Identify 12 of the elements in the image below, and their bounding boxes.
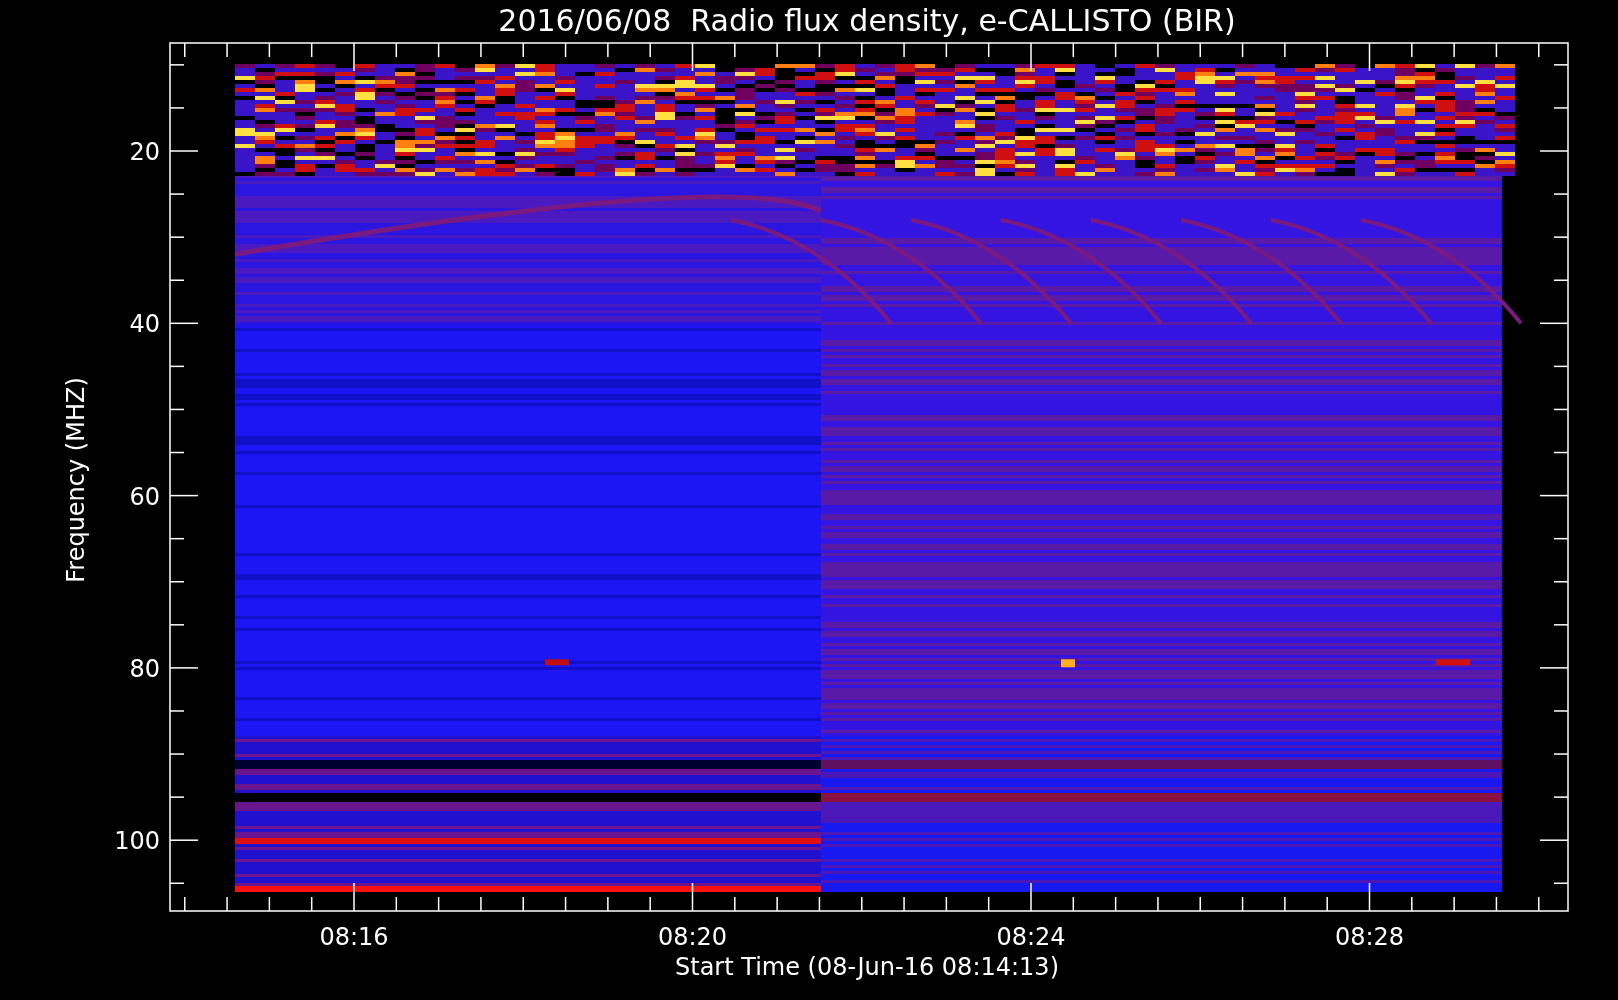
y-tick-label: 60: [129, 482, 160, 511]
y-axis-label: Frequency (MHZ): [62, 377, 90, 583]
x-tick-label: 08:20: [657, 923, 728, 951]
y-tick-label: 80: [129, 654, 160, 683]
y-tick-label: 40: [129, 310, 160, 339]
y-tick-label: 20: [129, 138, 160, 166]
chart-title: 2016/06/08 Radio flux density, e-CALLISTO (BIR): [498, 3, 1236, 38]
y-tick-label: 100: [114, 827, 160, 856]
x-axis-label: Start Time (08-Jun-16 08:14:13): [675, 953, 1059, 981]
x-tick-label: 08:28: [1334, 923, 1405, 951]
x-tick-label: 08:16: [319, 923, 389, 951]
x-tick-label: 08:24: [996, 923, 1066, 951]
